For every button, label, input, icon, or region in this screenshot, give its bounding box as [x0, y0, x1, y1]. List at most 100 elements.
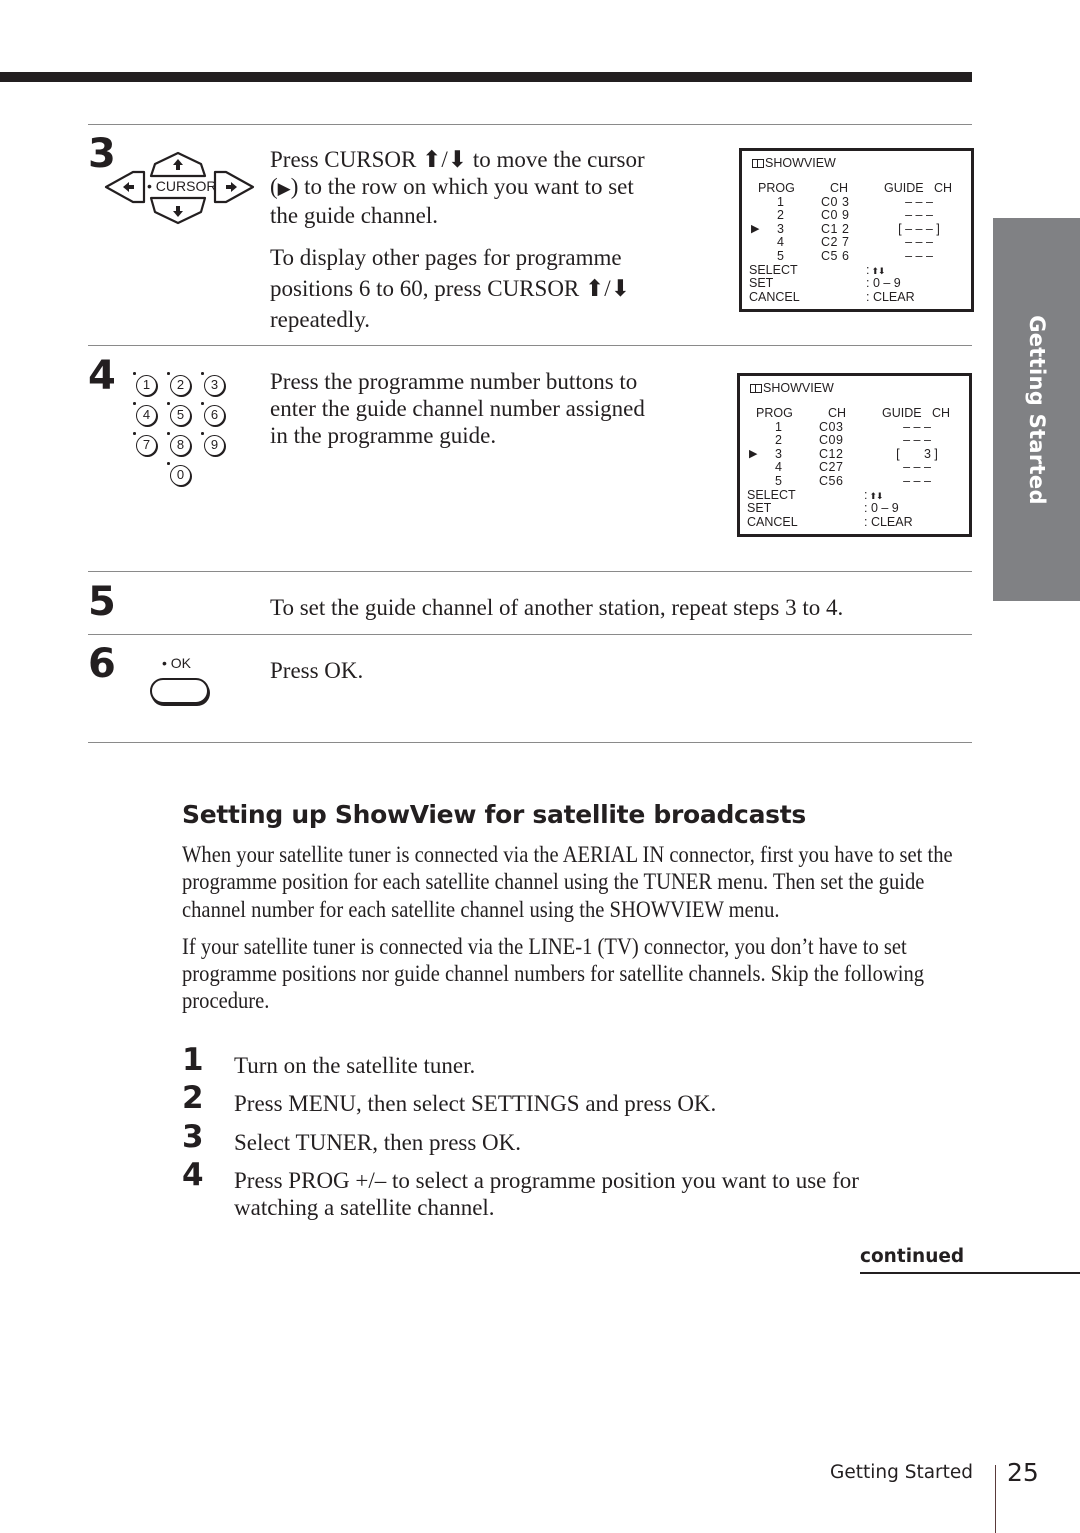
text: to move the cursor — [467, 147, 645, 172]
osd-title-text: SHOWVIEW — [765, 156, 836, 170]
showview-book-icon — [750, 384, 762, 394]
osd-footer-value: : CLEAR — [866, 289, 915, 304]
up-down-arrows-icon: ⬆⬇ — [871, 265, 885, 276]
divider — [88, 345, 972, 346]
divider — [88, 124, 972, 125]
text: ) to the row on which you want to set — [290, 174, 634, 199]
step-3-line: Press CURSOR ⬆/⬇ to move the cursor — [270, 146, 710, 173]
step-3-line: To display other pages for programme — [270, 245, 622, 270]
key-dot — [201, 402, 204, 405]
osd-row-guide: – – – — [903, 419, 931, 434]
continued-label: continued — [860, 1246, 965, 1267]
arrow-down-icon: ⬇ — [610, 276, 630, 301]
osd-row-ch: C2 7 — [821, 235, 850, 250]
text: positions 6 to 60, press CURSOR — [270, 276, 586, 301]
arrow-up-icon: ⬆ — [422, 147, 442, 172]
list-number: 2 — [182, 1080, 204, 1116]
osd-title: SHOWVIEW — [752, 156, 836, 171]
osd-row-prog: 2 — [775, 433, 782, 448]
osd-row-prog: 4 — [775, 460, 782, 475]
footer-divider — [995, 1465, 996, 1533]
showview-osd-screen: SHOWVIEW PROG CH GUIDE CH 1 C03 – – – 2 C09 – – –… — [737, 373, 972, 537]
section-heading: Setting up ShowView for satellite broadc… — [182, 800, 806, 829]
osd-row-guide: – – – — [905, 208, 933, 223]
paragraph-text: If your satellite tuner is connected via… — [182, 933, 925, 1014]
osd-row-ch: C56 — [819, 474, 844, 488]
number-key-1-icon: 1 — [136, 375, 157, 396]
osd-row-prog: 3 — [775, 446, 782, 461]
key-dot — [167, 372, 170, 375]
number-key-3-icon: 3 — [204, 375, 225, 396]
step-4-line: enter the guide channel number assigned — [270, 396, 645, 421]
divider — [88, 634, 972, 635]
osd-row-ch: C0 9 — [821, 208, 850, 223]
osd-footer-value: : CLEAR — [864, 514, 913, 529]
cursor-down-button — [149, 196, 207, 225]
osd-footer-label: SELECT — [749, 262, 798, 277]
osd-header-prog: PROG — [756, 406, 793, 420]
osd-row-prog: 5 — [777, 249, 784, 263]
osd-row-prog: 5 — [775, 474, 782, 488]
divider — [88, 742, 972, 743]
arrow-up-icon: ⬆ — [585, 276, 605, 301]
cursor-up-button — [149, 151, 207, 178]
osd-header-guide: GUIDE CH — [882, 406, 951, 420]
osd-cursor-icon: ▶ — [749, 447, 758, 460]
text: ( — [270, 174, 278, 199]
step-4-line: in the programme guide. — [270, 423, 497, 448]
continued-rule — [860, 1272, 1080, 1274]
osd-row-ch: C1 2 — [821, 221, 850, 236]
osd-footer-label: SET — [747, 501, 772, 516]
list-text: Select TUNER, then press OK. — [234, 1130, 522, 1155]
key-dot — [201, 372, 204, 375]
osd-row-guide: [ – – – ] — [898, 221, 940, 236]
ok-button-icon — [150, 678, 209, 704]
procedure-list: 1 Turn on the satellite tuner. 2 Press M… — [182, 1045, 982, 1225]
list-number: 4 — [182, 1157, 204, 1193]
cursor-right-button — [213, 170, 255, 204]
osd-row-prog: 3 — [777, 221, 784, 236]
number-key-8-icon: 8 — [170, 435, 191, 456]
osd-row-ch: C09 — [819, 433, 844, 448]
key-dot — [201, 432, 204, 435]
step-6-instructions: Press OK. — [270, 658, 364, 683]
cursor-label: • CURSOR — [147, 178, 217, 194]
list-text: Press MENU, then select SETTINGS and pre… — [234, 1091, 717, 1116]
osd-row-guide: – – – — [903, 474, 931, 488]
osd-footer-label: CANCEL — [747, 514, 798, 529]
page-number: 25 — [1007, 1458, 1039, 1487]
osd-row-guide: [ 3 ] — [896, 446, 938, 461]
number-key-6-icon: 6 — [204, 405, 225, 426]
cursor-left-button — [104, 170, 146, 204]
osd-row-ch: C27 — [819, 460, 844, 475]
showview-osd-screen: SHOWVIEW PROG CH GUIDE CH 1 C0 3 – – – 2 C0 9 – –… — [739, 148, 974, 312]
osd-row-prog: 1 — [775, 419, 782, 434]
showview-book-icon — [752, 159, 764, 169]
key-dot — [133, 372, 136, 375]
step-number: 6 — [88, 641, 116, 687]
list-text: Press PROG +/– to select a programme pos… — [234, 1168, 859, 1193]
step-4-line: Press the programme number buttons to — [270, 369, 638, 394]
step-3-instructions: Press CURSOR ⬆/⬇ to move the cursor (▶) … — [270, 146, 710, 335]
osd-row-guide: – – – — [905, 235, 933, 250]
osd-footer-label: SELECT — [747, 487, 796, 502]
osd-row-prog: 2 — [777, 208, 784, 223]
osd-cursor-icon: ▶ — [751, 222, 760, 235]
key-dot — [133, 402, 136, 405]
osd-footer-label: SET — [749, 276, 774, 291]
list-text: watching a satellite channel. — [234, 1195, 495, 1220]
number-key-4-icon: 4 — [136, 405, 157, 426]
step-3-line: the guide channel. — [270, 203, 438, 228]
ok-label: • OK — [162, 655, 192, 671]
section-tab-label: Getting Started — [1024, 314, 1049, 505]
step-5-instructions: To set the guide channel of another stat… — [270, 595, 844, 620]
osd-row-guide: – – – — [905, 194, 933, 209]
number-key-9-icon: 9 — [204, 435, 225, 456]
osd-row-prog: 4 — [777, 235, 784, 250]
section-tab: Getting Started — [993, 218, 1080, 601]
osd-row-ch: C5 6 — [821, 249, 850, 263]
cursor-triangle-icon: ▶ — [277, 179, 291, 198]
divider — [88, 571, 972, 572]
osd-footer-value: : 0 – 9 — [866, 276, 901, 291]
osd-row-guide: – – – — [903, 433, 931, 448]
